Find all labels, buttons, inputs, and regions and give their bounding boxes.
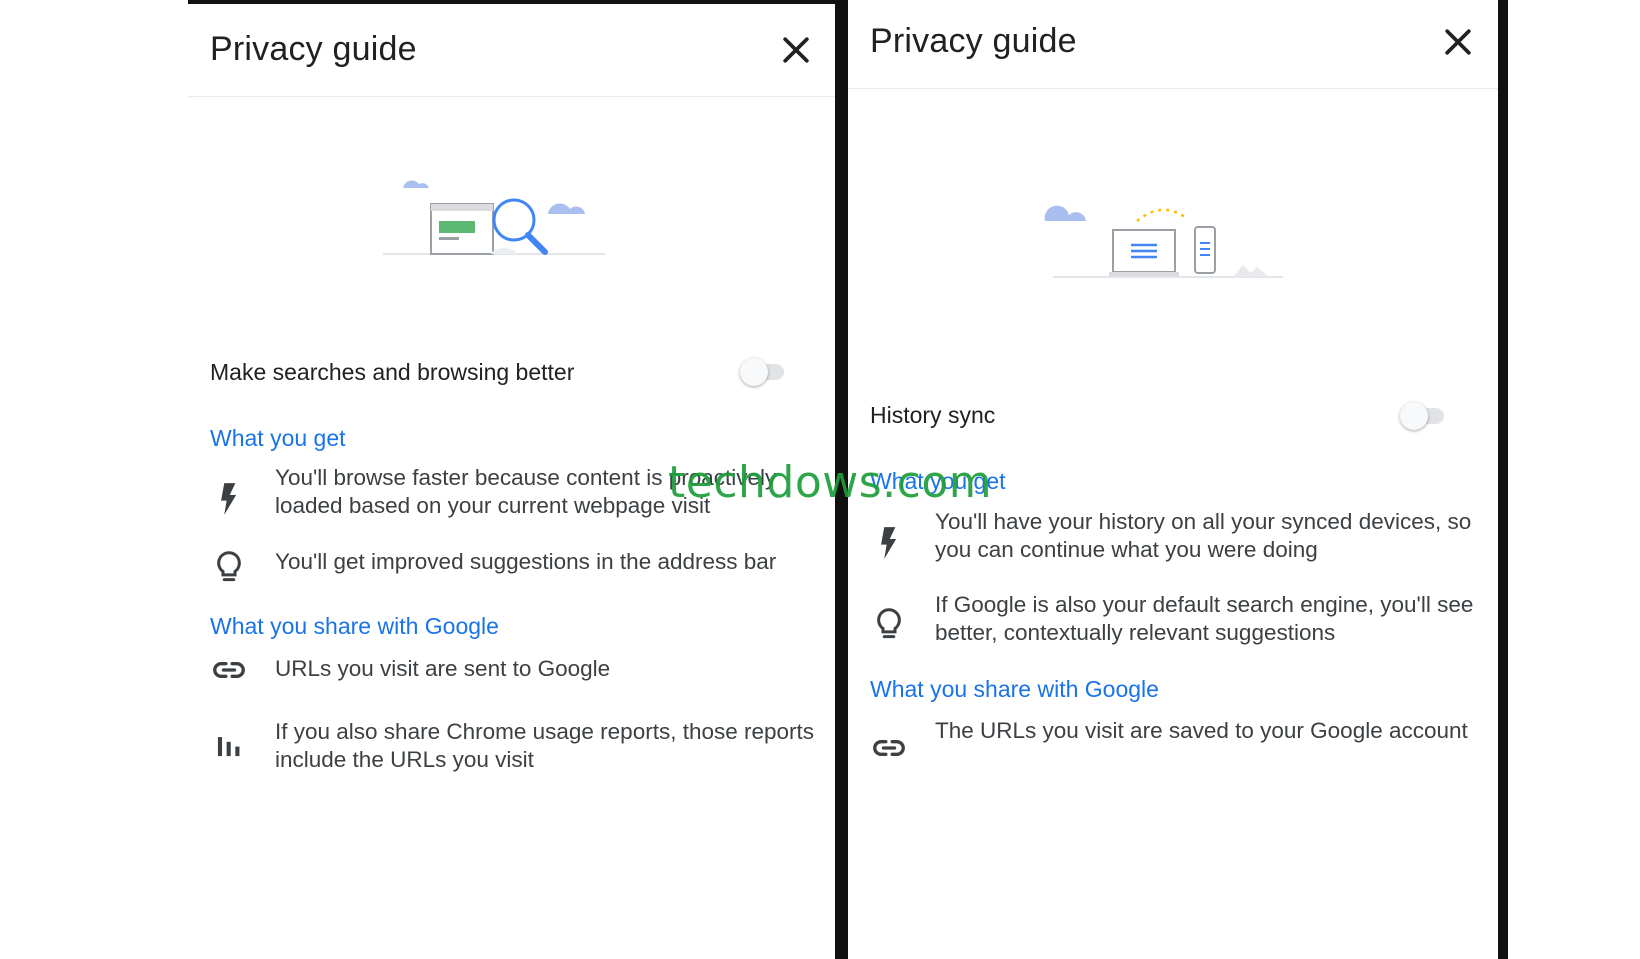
item-text: If Google is also your default search en… <box>935 592 1474 645</box>
page-title: Privacy guide <box>210 30 417 68</box>
toggle-knob <box>1400 402 1428 430</box>
item-text: The URLs you visit are saved to your Goo… <box>935 718 1468 743</box>
bar-chart-icon <box>210 726 248 764</box>
lightbulb-icon <box>210 548 248 586</box>
history-sync-toggle[interactable] <box>1396 400 1448 430</box>
close-icon <box>783 37 809 63</box>
history-sync-illustration <box>1044 205 1283 278</box>
page-title: Privacy guide <box>870 22 1077 60</box>
what-you-get-heading: What you get <box>210 425 346 451</box>
bolt-icon <box>210 480 248 518</box>
make-searches-better-toggle[interactable] <box>736 356 788 386</box>
panel-edge <box>1498 0 1508 959</box>
item-text: You'll have your history on all your syn… <box>935 509 1472 562</box>
item-text: URLs you visit are sent to Google <box>275 656 611 681</box>
setting-label: Make searches and browsing better <box>210 359 575 385</box>
what-you-share-heading: What you share with Google <box>210 613 499 639</box>
link-icon <box>870 729 908 767</box>
toggle-knob <box>740 358 768 386</box>
bolt-icon <box>870 524 908 562</box>
what-you-share-heading: What you share with Google <box>870 676 1159 702</box>
item-text: You'll get improved suggestions in the a… <box>275 549 777 574</box>
lightbulb-icon <box>870 605 908 643</box>
close-button[interactable] <box>1438 22 1478 62</box>
panel-header: Privacy guide <box>848 0 1498 89</box>
item-text: If you also share Chrome usage reports, … <box>275 719 815 772</box>
setting-label: History sync <box>870 402 996 428</box>
panel-header: Privacy guide <box>188 4 835 97</box>
watermark-text: techdows.com <box>668 457 993 508</box>
close-button[interactable] <box>776 30 816 70</box>
close-icon <box>1445 29 1471 55</box>
link-icon <box>210 651 248 689</box>
search-browsing-illustration <box>383 180 605 255</box>
